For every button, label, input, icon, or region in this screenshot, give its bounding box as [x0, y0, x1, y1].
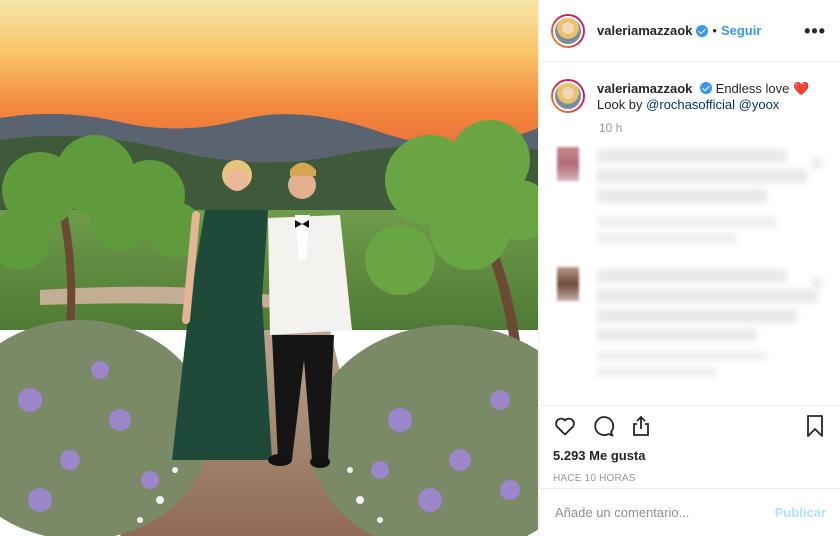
- caption-text: valeriamazzaok Endless love ❤️ Look by @…: [597, 79, 809, 113]
- caption-look-by: Look by: [597, 97, 643, 112]
- post-photo[interactable]: [0, 0, 538, 536]
- comments-list[interactable]: valeriamazzaok Endless love ❤️ Look by @…: [539, 63, 840, 405]
- likes-count[interactable]: 5.293 Me gusta: [553, 448, 826, 463]
- comment-icon[interactable]: [591, 414, 615, 443]
- like-heart-icon[interactable]: [553, 414, 577, 443]
- add-comment-bar: Publicar: [539, 488, 840, 536]
- avatar[interactable]: [551, 13, 585, 48]
- post-header: valeriamazzaok • Seguir •••: [539, 0, 840, 62]
- avatar: [557, 147, 579, 181]
- comment-item-blurred: [539, 143, 840, 253]
- comment-item-blurred: [539, 263, 840, 388]
- mention-link-yoox[interactable]: @yoox: [739, 97, 780, 112]
- post-side-panel: valeriamazzaok • Seguir ••• valeriamazza…: [538, 0, 840, 536]
- action-icons: [553, 414, 826, 443]
- follow-button[interactable]: Seguir: [721, 23, 761, 38]
- publish-button[interactable]: Publicar: [775, 505, 826, 520]
- caption: valeriamazzaok Endless love ❤️ Look by @…: [539, 63, 840, 113]
- post-timestamp: HACE 10 HORAS: [553, 473, 636, 484]
- mention-link-rochas[interactable]: @rochasofficial: [646, 97, 735, 112]
- comment-input[interactable]: [555, 505, 775, 520]
- caption-username[interactable]: valeriamazzaok: [597, 81, 692, 96]
- verified-badge-icon: [700, 82, 713, 94]
- caption-message: Endless love: [715, 81, 790, 96]
- avatar: [557, 267, 579, 301]
- share-icon[interactable]: [629, 414, 653, 443]
- caption-avatar[interactable]: [551, 79, 585, 113]
- separator-dot: •: [712, 23, 717, 38]
- caption-time: 10 h: [599, 121, 623, 135]
- header-username[interactable]: valeriamazzaok: [597, 23, 692, 38]
- heart-emoji-icon: ❤️: [793, 81, 810, 96]
- more-options-icon[interactable]: •••: [804, 22, 826, 40]
- verified-badge-icon: [696, 24, 709, 37]
- bookmark-icon[interactable]: [804, 414, 826, 443]
- post-actions: 5.293 Me gusta HACE 10 HORAS: [539, 405, 840, 484]
